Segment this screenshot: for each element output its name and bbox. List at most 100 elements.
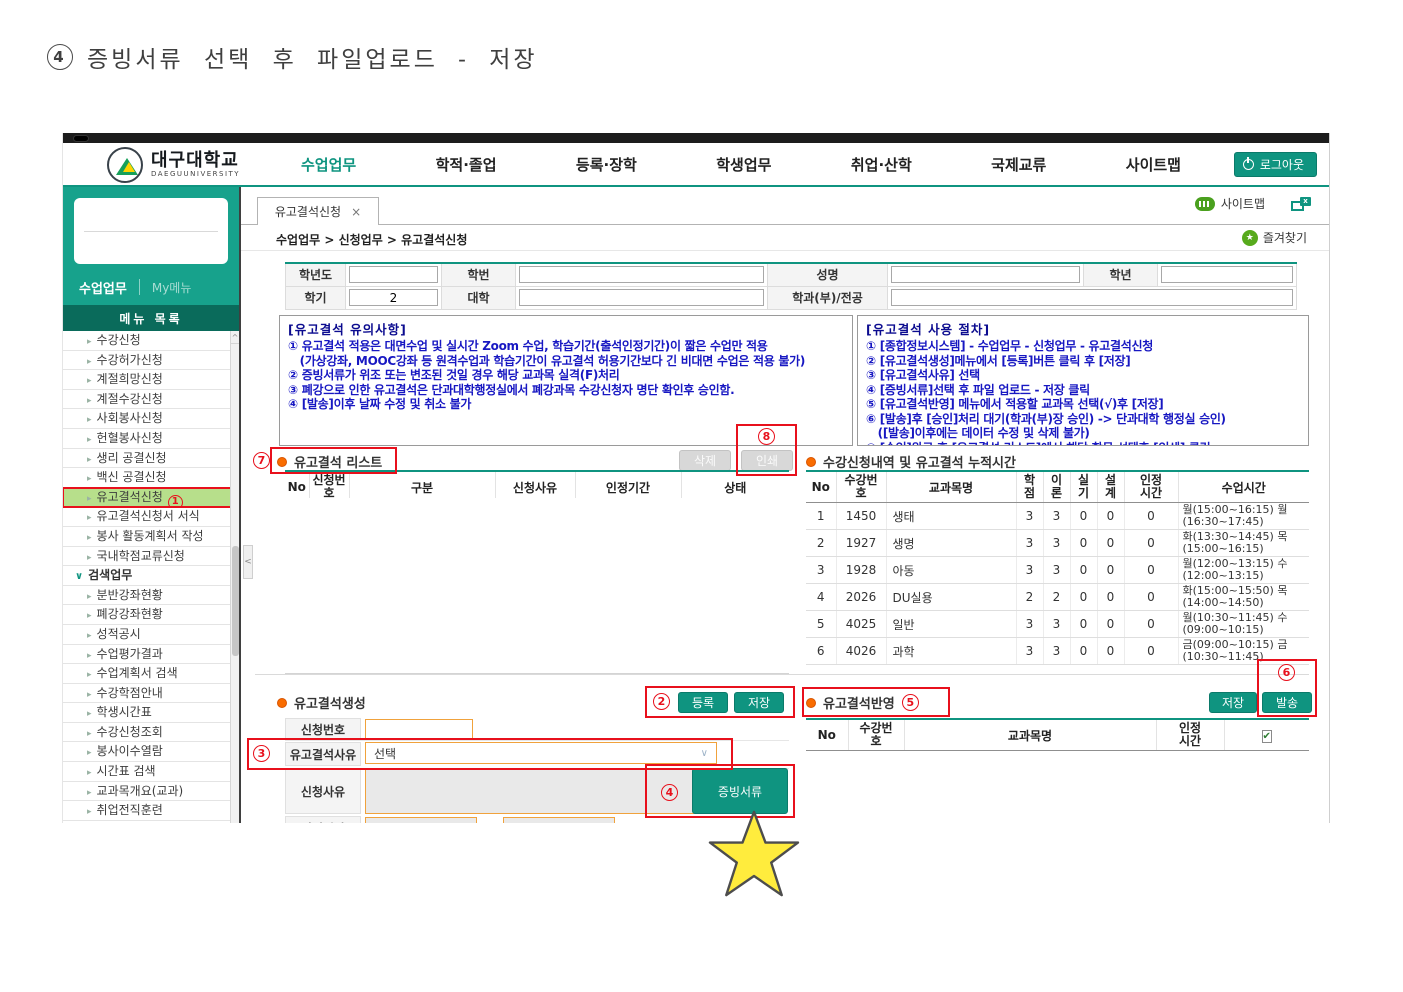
sitemap-link[interactable]: 사이트맵 bbox=[1195, 195, 1265, 212]
sidebar-item-blood-donation[interactable]: 헌혈봉사신청 bbox=[63, 429, 239, 449]
dept-input[interactable] bbox=[891, 289, 1293, 306]
page: 4 증빙서류 선택 후 파일업로드 - 저장 대구대학교 DAEGUUNIVER… bbox=[0, 0, 1403, 992]
semester-input[interactable] bbox=[349, 289, 438, 306]
favorite-link[interactable]: ★ 즐겨찾기 bbox=[1242, 229, 1307, 246]
period-end-input[interactable] bbox=[503, 817, 615, 823]
appno-label: 신청번호 bbox=[285, 718, 361, 740]
menu-list-header: 메뉴 목록 bbox=[63, 305, 239, 331]
sidebar-item-course-outline[interactable]: 교과목개요(교과) bbox=[63, 782, 239, 802]
sidebar-item-cancelled-classes[interactable]: 폐강강좌현황 bbox=[63, 605, 239, 625]
logout-button[interactable]: 로그아웃 bbox=[1234, 152, 1317, 177]
app-window: 대구대학교 DAEGUUNIVERSITY 수업업무 학적·졸업 등록·장학 학… bbox=[62, 133, 1330, 823]
nav-registration[interactable]: 등록·장학 bbox=[576, 154, 637, 175]
create-save-button[interactable]: 저장 bbox=[734, 692, 784, 713]
sidebar-item-absence-form[interactable]: 유고결석신청서 서식 bbox=[63, 507, 239, 527]
multi-window-icon[interactable]: x bbox=[1291, 197, 1311, 211]
appno-row: 신청번호 bbox=[285, 718, 789, 741]
sidebar-scrollbar[interactable]: ^ bbox=[230, 331, 239, 823]
tab-close-icon[interactable]: × bbox=[351, 205, 361, 219]
col-time: 수업시간 bbox=[1178, 471, 1309, 503]
sidebar-item-credit-exchange[interactable]: 국내학점교류신청 bbox=[63, 547, 239, 567]
sidebar-item-partial[interactable]: 취업전직훈련 bbox=[63, 801, 239, 821]
sidebar-item-grade-posting[interactable]: 성적공시 bbox=[63, 625, 239, 645]
sidebar-item-sugang[interactable]: 수강신청 bbox=[63, 331, 239, 351]
nav-international[interactable]: 국제교류 bbox=[991, 154, 1046, 175]
sidebar-tab-classes[interactable]: 수업업무 bbox=[79, 278, 127, 297]
app-header: 대구대학교 DAEGUUNIVERSITY 수업업무 학적·졸업 등록·장학 학… bbox=[63, 143, 1329, 187]
nav-classes[interactable]: 수업업무 bbox=[301, 154, 356, 175]
sidebar-item-eval-result[interactable]: 수업평가결과 bbox=[63, 645, 239, 665]
sidebar-item-service-plan[interactable]: 봉사 활동계획서 작성 bbox=[63, 527, 239, 547]
col-name: 교과목명 bbox=[886, 471, 1016, 503]
tab-excused-absence[interactable]: 유고결석신청 × bbox=[257, 197, 379, 225]
apply-save-button[interactable]: 저장 bbox=[1209, 692, 1257, 713]
absence-create-title: 유고결석생성 bbox=[277, 693, 366, 712]
reason-type-select[interactable]: 선택 bbox=[365, 742, 717, 764]
col-code: 수강번호 bbox=[848, 719, 904, 751]
table-row: 54025 일반3 30 00 월(10:30~11:45) 수(09:00~1… bbox=[806, 611, 1309, 638]
sidebar-item-timetable[interactable]: 학생시간표 bbox=[63, 703, 239, 723]
course-table-title: 수강신청내역 및 유고결석 누적시간 bbox=[806, 452, 1016, 471]
scroll-up-icon[interactable]: ^ bbox=[231, 331, 239, 344]
sidebar: 수업업무 My메뉴 메뉴 목록 수강신청 수강허가신청 계절희망신청 계절수강신… bbox=[63, 187, 241, 823]
sidebar-item-social-service[interactable]: 사회봉사신청 bbox=[63, 409, 239, 429]
scrollbar-thumb[interactable] bbox=[232, 546, 239, 656]
annotation-step-2: 2 bbox=[653, 693, 670, 710]
sidebar-item-menstrual-absence[interactable]: 생리 공결신청 bbox=[63, 449, 239, 469]
sidebar-item-sugang-heoga[interactable]: 수강허가신청 bbox=[63, 351, 239, 371]
nav-career[interactable]: 취업·산학 bbox=[851, 154, 912, 175]
period-start-input[interactable] bbox=[365, 817, 477, 823]
power-icon bbox=[1243, 159, 1254, 170]
university-logo[interactable]: 대구대학교 DAEGUUNIVERSITY bbox=[107, 147, 240, 183]
sidebar-item-class-status[interactable]: 분반강좌현황 bbox=[63, 586, 239, 606]
send-button[interactable]: 발송 bbox=[1262, 692, 1312, 713]
select-all-checkbox[interactable]: ✔ bbox=[1262, 730, 1272, 743]
sidebar-item-service-record[interactable]: 봉사이수열람 bbox=[63, 742, 239, 762]
page-title: 4 증빙서류 선택 후 파일업로드 - 저장 bbox=[47, 40, 538, 74]
period-tilde: ~ bbox=[485, 816, 495, 823]
login-info-box bbox=[74, 198, 228, 264]
attach-button[interactable]: 증빙서류 bbox=[692, 768, 788, 814]
reason-label: 신청사유 bbox=[285, 769, 361, 814]
sidebar-group-search[interactable]: 검색업무 bbox=[63, 566, 239, 586]
nav-sitemap[interactable]: 사이트맵 bbox=[1126, 154, 1181, 175]
reason-textarea[interactable] bbox=[365, 769, 695, 814]
col-lab: 실기 bbox=[1070, 471, 1097, 503]
sidebar-menu-list: 수강신청 수강허가신청 계절희망신청 계절수강신청 사회봉사신청 헌혈봉사신청 … bbox=[63, 331, 239, 823]
window-top-bar bbox=[63, 133, 1329, 143]
name-input[interactable] bbox=[891, 266, 1080, 283]
nav-student-affairs[interactable]: 학생업무 bbox=[716, 154, 771, 175]
sidebar-item-timetable-search[interactable]: 시간표 검색 bbox=[63, 762, 239, 782]
nav-records[interactable]: 학적·졸업 bbox=[436, 154, 497, 175]
college-input[interactable] bbox=[519, 289, 764, 306]
reason-type-row: 유고결석사유 선택 bbox=[285, 742, 789, 766]
step-number-icon: 4 bbox=[47, 44, 73, 70]
sidebar-item-vaccine-absence[interactable]: 백신 공결신청 bbox=[63, 468, 239, 488]
col-no: No bbox=[806, 719, 848, 751]
col-theory: 이론 bbox=[1043, 471, 1070, 503]
course-table: No 수강번호 교과목명 학점 이론 실기 설계 인정시간 수업시간 11450… bbox=[806, 470, 1309, 665]
sidebar-collapse-handle[interactable]: < bbox=[243, 545, 253, 579]
sidebar-item-sugang-lookup[interactable]: 수강신청조회 bbox=[63, 723, 239, 743]
breadcrumb: 수업업무 > 신청업무 > 유고결석신청 bbox=[276, 231, 467, 248]
delete-button[interactable]: 삭제 bbox=[679, 450, 731, 471]
sidebar-item-gyejeol-sugang[interactable]: 계절수강신청 bbox=[63, 390, 239, 410]
col-no: No bbox=[806, 471, 836, 503]
appno-input[interactable] bbox=[365, 719, 473, 739]
sidebar-item-credit-guide[interactable]: 수강학점안내 bbox=[63, 684, 239, 704]
window-dot-icon bbox=[73, 135, 89, 142]
sidebar-item-syllabus-search[interactable]: 수업계획서 검색 bbox=[63, 664, 239, 684]
year-input[interactable] bbox=[349, 266, 438, 283]
grade-label: 학년 bbox=[1084, 263, 1158, 286]
studentno-input[interactable] bbox=[519, 266, 764, 283]
app-body: 수업업무 My메뉴 메뉴 목록 수강신청 수강허가신청 계절희망신청 계절수강신… bbox=[63, 187, 1329, 823]
grade-input[interactable] bbox=[1161, 266, 1293, 283]
sidebar-item-gyejeol-huimang[interactable]: 계절희망신청 bbox=[63, 370, 239, 390]
sidebar-item-excused-absence[interactable]: 유고결석신청1 bbox=[63, 488, 239, 508]
table-row: 42026 DU실용2 20 00 화(15:00~15:50) 목(14:00… bbox=[806, 584, 1309, 611]
register-button[interactable]: 등록 bbox=[678, 692, 728, 713]
sidebar-tab-mymenu[interactable]: My메뉴 bbox=[152, 279, 192, 296]
table-row: 64026 과학3 30 00 금(09:00~10:15) 금(10:30~1… bbox=[806, 638, 1309, 665]
name-label: 성명 bbox=[768, 263, 888, 286]
print-button[interactable]: 인쇄 bbox=[741, 450, 793, 471]
